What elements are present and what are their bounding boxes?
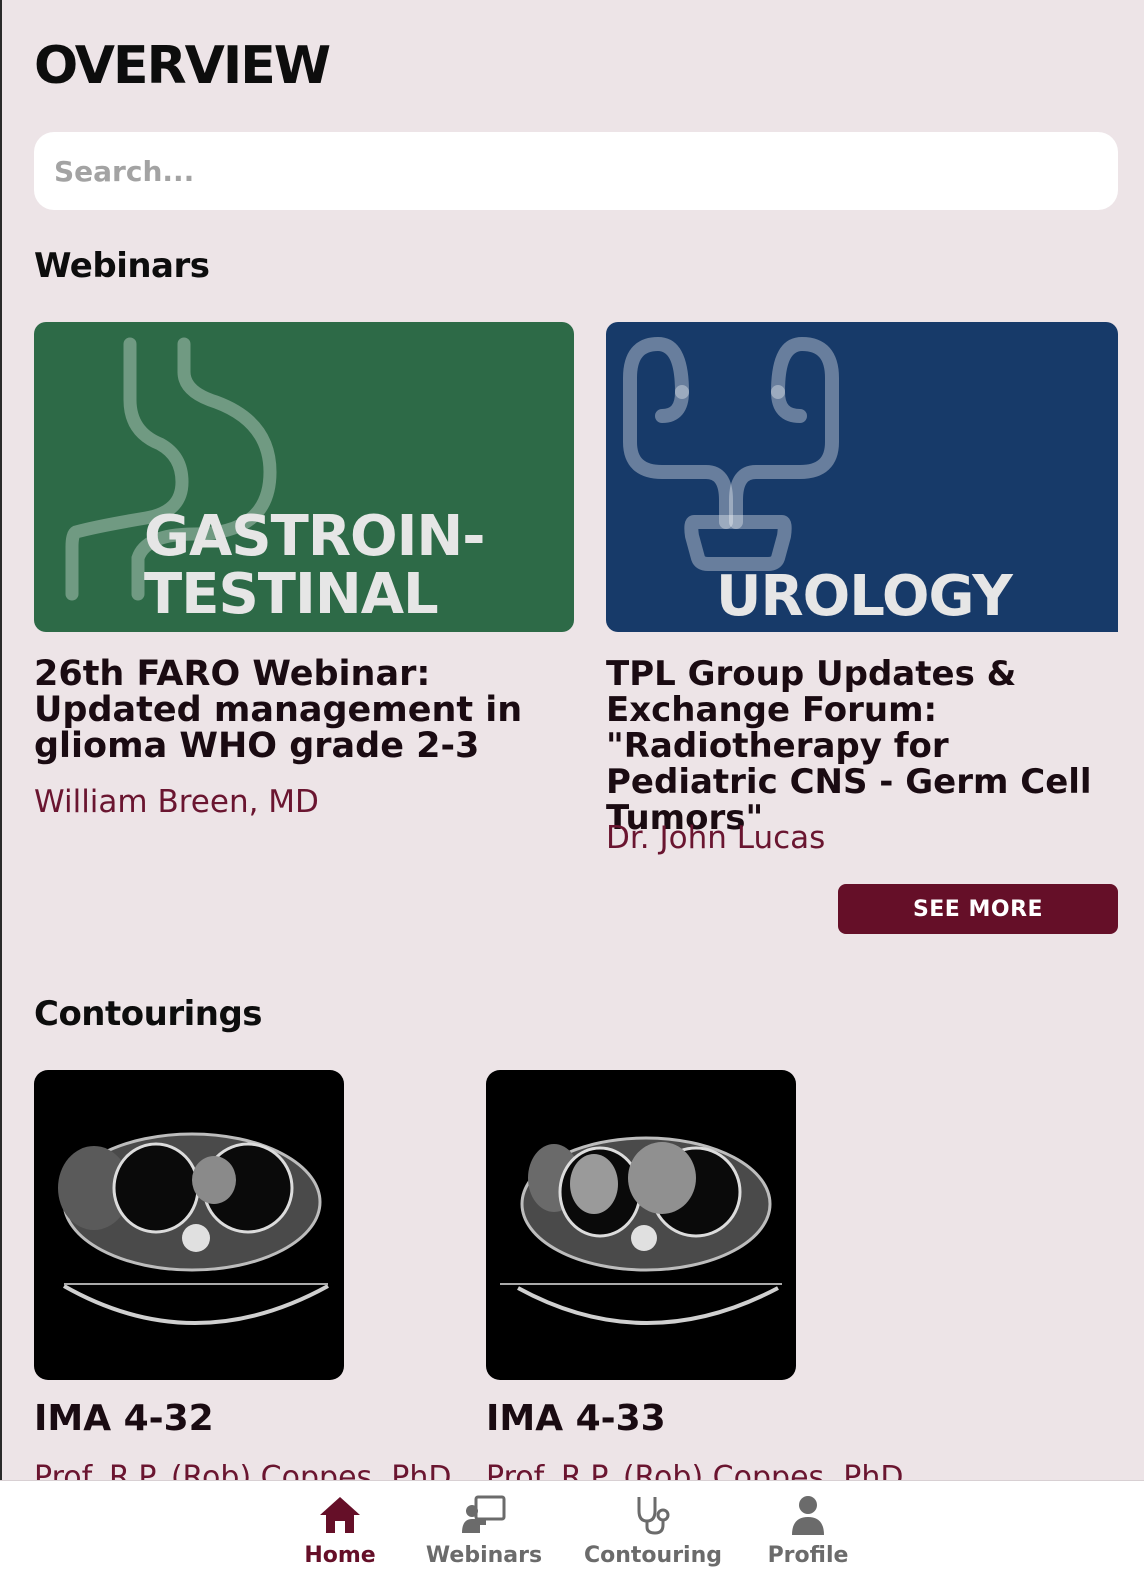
tab-profile[interactable]: Profile	[738, 1493, 878, 1583]
tab-label: Home	[304, 1543, 376, 1568]
see-more-button[interactable]: SEE MORE	[838, 884, 1118, 934]
home-icon	[320, 1497, 360, 1533]
person-icon	[792, 1496, 824, 1535]
tab-label: Contouring	[583, 1543, 722, 1568]
banner-text-line: GASTROIN-	[144, 504, 486, 569]
webinar-presenter-icon	[462, 1495, 506, 1533]
window-left-edge	[0, 0, 2, 1594]
tab-label: Profile	[767, 1543, 849, 1568]
webinar-banner-gastrointestinal[interactable]: GASTROIN- TESTINAL	[34, 322, 574, 632]
section-title-webinars: Webinars	[34, 246, 210, 286]
tab-webinars[interactable]: Webinars	[414, 1493, 554, 1583]
section-title-contourings: Contourings	[34, 994, 263, 1034]
tab-home[interactable]: Home	[270, 1493, 410, 1583]
search-input[interactable]	[34, 132, 1118, 210]
ct-scan-image	[500, 1136, 782, 1325]
webinar-title[interactable]: TPL Group Updates & Exchange Forum: "Rad…	[606, 656, 1126, 836]
webinar-author: William Breen, MD	[34, 784, 319, 820]
contouring-title[interactable]: IMA 4-33	[486, 1398, 666, 1439]
page-title: OVERVIEW	[34, 36, 331, 96]
contouring-title[interactable]: IMA 4-32	[34, 1398, 214, 1439]
bottom-tab-bar: Home Webinars Contouring Profile	[0, 1480, 1144, 1595]
webinar-banner-urology[interactable]: UROLOGY	[606, 322, 1118, 632]
stethoscope-icon	[637, 1497, 670, 1535]
tab-label: Webinars	[425, 1543, 543, 1568]
banner-text-line: TESTINAL	[144, 562, 439, 627]
tab-contouring[interactable]: Contouring	[583, 1493, 723, 1583]
ct-scan-thumbnail[interactable]	[34, 1070, 344, 1380]
ct-scan-thumbnail[interactable]	[486, 1070, 796, 1380]
webinar-title[interactable]: 26th FARO Webinar: Updated management in…	[34, 656, 574, 764]
webinar-author: Dr. John Lucas	[606, 820, 826, 856]
ct-scan-image	[58, 1132, 329, 1325]
banner-text-line: UROLOGY	[716, 564, 1013, 629]
